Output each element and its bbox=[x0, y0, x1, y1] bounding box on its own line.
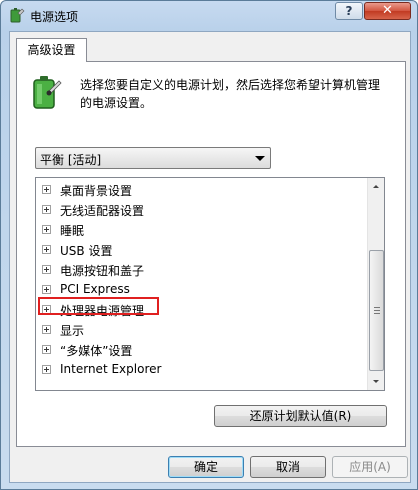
power-options-window: 电源选项 ? ✕ 高级设置 选择您要自定义的电源计划，然后选择您希望计算机管理的… bbox=[0, 0, 418, 490]
battery-icon bbox=[33, 76, 62, 109]
tree-item-label: 显示 bbox=[60, 324, 85, 338]
tree-item-label: 睡眠 bbox=[60, 224, 85, 238]
grip-icon bbox=[374, 307, 380, 314]
power-plan-select[interactable]: 平衡 [活动] bbox=[35, 147, 271, 169]
expand-icon[interactable] bbox=[42, 245, 51, 254]
title-bar[interactable]: 电源选项 ? ✕ bbox=[1, 1, 417, 31]
tree-item-label: 桌面背景设置 bbox=[60, 184, 133, 198]
tree-item-label: USB 设置 bbox=[60, 244, 113, 258]
ok-button[interactable]: 确定 bbox=[168, 456, 244, 478]
expand-icon[interactable] bbox=[42, 285, 51, 294]
expand-icon[interactable] bbox=[42, 185, 51, 194]
tree-item-label: PCI Express bbox=[60, 282, 130, 296]
tree-item-label: Internet Explorer bbox=[60, 362, 162, 376]
highlight-box bbox=[38, 297, 159, 315]
tree-item-label: “多媒体”设置 bbox=[60, 344, 133, 358]
tree-item-label: 电源按钮和盖子 bbox=[60, 264, 145, 278]
tree-item-label: 无线适配器设置 bbox=[60, 204, 145, 218]
power-options-icon bbox=[10, 8, 25, 23]
settings-tree[interactable]: 桌面背景设置 无线适配器设置 睡眠 USB 设置 电源按钮和盖子 PCI Exp… bbox=[35, 177, 385, 391]
scroll-down-icon[interactable] bbox=[368, 373, 384, 390]
expand-icon[interactable] bbox=[42, 225, 51, 234]
close-button[interactable]: ✕ bbox=[364, 2, 411, 20]
expand-icon[interactable] bbox=[42, 205, 51, 214]
dialog-client: 高级设置 选择您要自定义的电源计划，然后选择您希望计算机管理的电源设置。 平衡 … bbox=[9, 31, 411, 483]
expand-icon[interactable] bbox=[42, 325, 51, 334]
tree-scrollbar[interactable] bbox=[367, 178, 384, 390]
expand-icon[interactable] bbox=[42, 265, 51, 274]
scroll-up-icon[interactable] bbox=[368, 178, 384, 195]
cancel-button[interactable]: 取消 bbox=[250, 456, 326, 478]
chevron-down-icon bbox=[255, 156, 265, 161]
apply-button[interactable]: 应用(A) bbox=[332, 456, 408, 478]
window-title: 电源选项 bbox=[30, 10, 79, 24]
power-plan-value: 平衡 [活动] bbox=[40, 153, 102, 167]
help-button[interactable]: ? bbox=[335, 2, 363, 20]
expand-icon[interactable] bbox=[42, 345, 51, 354]
tab-advanced-settings[interactable]: 高级设置 bbox=[16, 38, 87, 62]
description-text: 选择您要自定义的电源计划，然后选择您希望计算机管理的电源设置。 bbox=[80, 78, 381, 110]
scroll-thumb[interactable] bbox=[369, 250, 384, 371]
expand-icon[interactable] bbox=[42, 365, 51, 374]
restore-defaults-button[interactable]: 还原计划默认值(R) bbox=[214, 405, 387, 427]
